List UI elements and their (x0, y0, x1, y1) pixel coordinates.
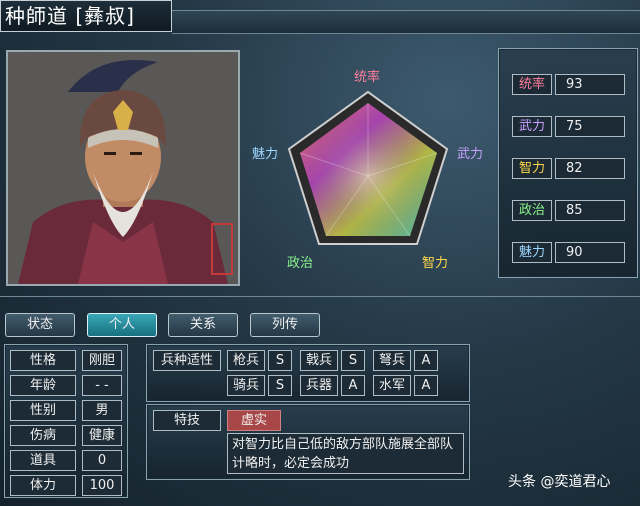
item-value: 0 (82, 450, 122, 471)
tab-personal[interactable]: 个人 (87, 313, 157, 337)
stamina-value: 100 (82, 475, 122, 496)
gender-value: 男 (82, 400, 122, 421)
injury-label: 伤病 (10, 425, 76, 446)
radar-label-war: 武力 (457, 147, 484, 162)
skill-description: 对智力比自己低的敌方部队施展全部队计略时，必定会成功 (227, 433, 464, 474)
section-divider (0, 296, 640, 297)
personality-label: 性格 (10, 350, 76, 371)
stat-label-politics: 政治 (512, 200, 552, 221)
stat-value-command: 93 (555, 74, 625, 95)
stat-value-war: 75 (555, 116, 625, 137)
radar-label-charisma: 魅力 (252, 147, 279, 162)
tab-status[interactable]: 状态 (5, 313, 75, 337)
stamina-label: 体力 (10, 475, 76, 496)
age-value: - - (82, 375, 122, 396)
aptitude-unit: 水军 (373, 375, 411, 396)
stat-value-charisma: 90 (555, 242, 625, 263)
watermark-text: 头条 @奕道君心 (508, 474, 611, 490)
aptitude-unit: 枪兵 (227, 350, 265, 371)
personality-value: 刚胆 (82, 350, 122, 371)
item-label: 道具 (10, 450, 76, 471)
radar-label-politics: 政治 (287, 256, 314, 271)
tab-relations[interactable]: 关系 (168, 313, 238, 337)
gender-label: 性别 (10, 400, 76, 421)
tab-biography[interactable]: 列传 (250, 313, 320, 337)
stat-label-intelligence: 智力 (512, 158, 552, 179)
aptitude-unit: 兵器 (300, 375, 338, 396)
age-label: 年龄 (10, 375, 76, 396)
aptitude-grade: S (268, 350, 292, 371)
title-bar (172, 10, 640, 34)
stat-label-war: 武力 (512, 116, 552, 137)
stat-label-charisma: 魅力 (512, 242, 552, 263)
radar-label-intelligence: 智力 (422, 256, 449, 271)
skill-label: 特技 (153, 410, 221, 431)
aptitude-unit: 骑兵 (227, 375, 265, 396)
general-portrait (6, 50, 240, 286)
general-name-title: 种師道 [彝叔] (0, 0, 172, 32)
radar-label-command: 统率 (354, 70, 381, 85)
aptitude-grade: A (414, 350, 438, 371)
ability-radar-chart: 统率 武力 智力 政治 魅力 (247, 48, 489, 280)
aptitude-unit: 弩兵 (373, 350, 411, 371)
skill-name: 虚实 (227, 410, 281, 431)
aptitude-unit: 戟兵 (300, 350, 338, 371)
aptitude-grade: S (341, 350, 365, 371)
stat-value-politics: 85 (555, 200, 625, 221)
aptitude-grade: S (268, 375, 292, 396)
injury-value: 健康 (82, 425, 122, 446)
stat-label-command: 统率 (512, 74, 552, 95)
stat-value-intelligence: 82 (555, 158, 625, 179)
aptitude-grade: A (341, 375, 365, 396)
aptitude-grade: A (414, 375, 438, 396)
aptitude-title: 兵种适性 (153, 350, 221, 371)
